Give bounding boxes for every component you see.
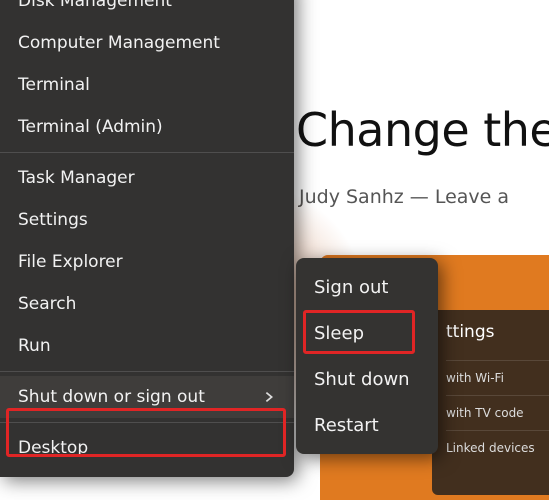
submenu-item-sign-out[interactable]: Sign out [296,264,438,310]
chevron-right-icon [262,390,276,404]
card-heading: ttings [446,322,549,342]
winx-context-menu: Disk Management Computer Management Term… [0,0,294,477]
submenu-item-label: Restart [314,415,379,436]
menu-item-file-explorer[interactable]: File Explorer [0,241,294,283]
menu-item-label: Terminal (Admin) [18,117,163,137]
menu-item-terminal[interactable]: Terminal [0,64,294,106]
menu-item-label: Terminal [18,75,90,95]
submenu-item-label: Sign out [314,277,388,298]
menu-item-terminal-admin[interactable]: Terminal (Admin) [0,106,294,148]
menu-item-label: Computer Management [18,33,220,53]
submenu-item-sleep[interactable]: Sleep [296,310,438,356]
submenu-item-restart[interactable]: Restart [296,402,438,448]
menu-item-search[interactable]: Search [0,283,294,325]
menu-item-label: Shut down or sign out [18,387,205,407]
power-submenu: Sign out Sleep Shut down Restart [296,258,438,454]
menu-item-shut-down-or-sign-out[interactable]: Shut down or sign out [0,376,294,418]
menu-separator [0,371,294,372]
menu-separator [0,422,294,423]
submenu-item-label: Sleep [314,323,364,344]
card-row: Linked devices [446,430,549,465]
card-row: with TV code [446,395,549,430]
submenu-item-label: Shut down [314,369,410,390]
menu-separator [0,152,294,153]
background-settings-card: ttings with Wi-Fi with TV code Linked de… [432,310,549,495]
menu-item-computer-management[interactable]: Computer Management [0,22,294,64]
menu-item-label: File Explorer [18,252,123,272]
menu-item-label: Task Manager [18,168,135,188]
menu-item-run[interactable]: Run [0,325,294,367]
menu-item-settings[interactable]: Settings [0,199,294,241]
menu-item-task-manager[interactable]: Task Manager [0,157,294,199]
menu-item-disk-management[interactable]: Disk Management [0,0,294,22]
menu-item-label: Disk Management [18,0,172,11]
menu-item-label: Search [18,294,76,314]
card-row: with Wi-Fi [446,360,549,395]
menu-item-label: Desktop [18,438,88,458]
menu-item-desktop[interactable]: Desktop [0,427,294,469]
page-byline: Judy Sanhz — Leave a [299,186,509,208]
page-title: Change the [296,103,549,157]
menu-item-label: Settings [18,210,88,230]
menu-item-label: Run [18,336,51,356]
submenu-item-shut-down[interactable]: Shut down [296,356,438,402]
